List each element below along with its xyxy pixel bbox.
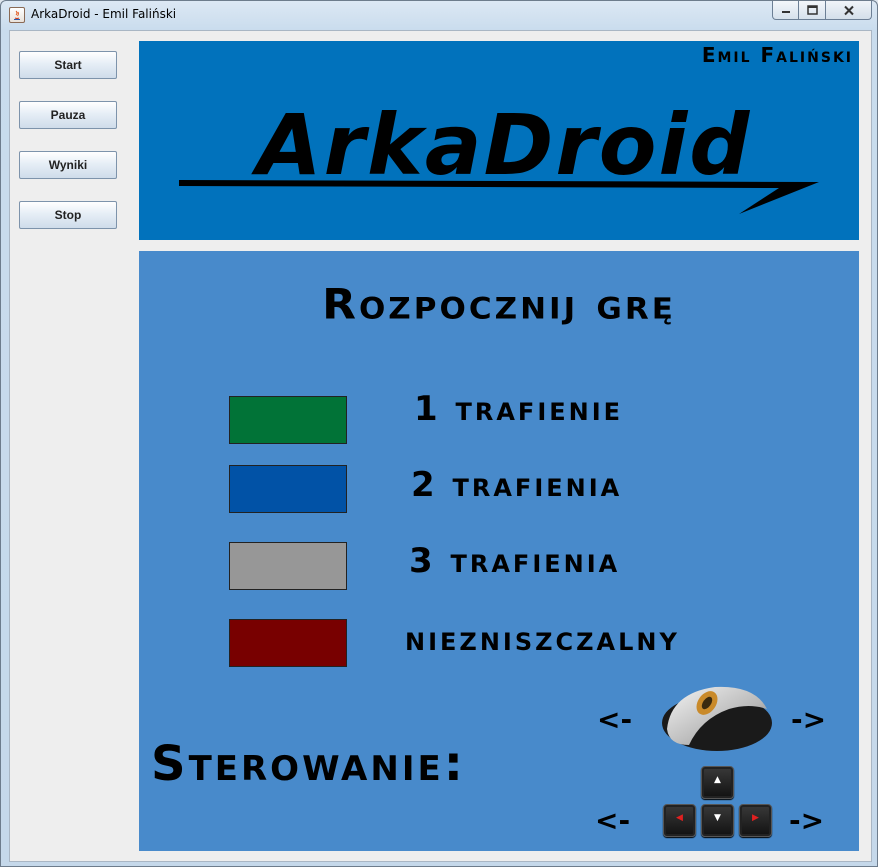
start-panel: Rozpocznij grę 1 trafienie 2 trafienia 3… (139, 251, 859, 851)
maximize-button[interactable] (799, 1, 826, 20)
mouse-right-arrow: -> (791, 703, 827, 736)
start-button[interactable]: Start (19, 51, 117, 79)
app-window: ArkaDroid - Emil Faliński Start Pauza Wy… (0, 0, 878, 867)
stop-button[interactable]: Stop (19, 201, 117, 229)
start-game-title: Rozpocznij grę (322, 280, 676, 329)
logo-swoosh (179, 180, 819, 214)
mouse-left-arrow: <- (597, 703, 633, 736)
controls-title: Sterowanie: (151, 736, 466, 792)
brick-swatch-1-hit (229, 396, 347, 444)
brick-swatch-indestructible (229, 619, 347, 667)
brick-swatch-3-hits (229, 542, 347, 590)
legend-label-indestructible: niezniszczalny (405, 619, 680, 659)
mouse-icon (662, 686, 772, 751)
brick-swatch-2-hits (229, 465, 347, 513)
window-title: ArkaDroid - Emil Faliński (31, 7, 177, 21)
legend-label-3-hits: 3 trafienia (409, 541, 621, 581)
window-controls (772, 1, 872, 21)
arkadroid-logo: ArkaDroid (179, 96, 819, 214)
arrow-left-key: ◀ (663, 804, 696, 837)
client-area: Start Pauza Wyniki Stop Emil Faliński Ar… (9, 30, 872, 862)
arrow-up-key: ▲ (701, 766, 734, 799)
header-banner: Emil Faliński ArkaDroid (139, 41, 859, 240)
keys-left-arrow: <- (595, 804, 631, 837)
pause-button[interactable]: Pauza (19, 101, 117, 129)
minimize-icon (781, 11, 790, 13)
keys-right-arrow: -> (789, 804, 825, 837)
arrow-down-key: ▼ (701, 804, 734, 837)
close-button[interactable] (826, 1, 872, 20)
logo-text: ArkaDroid (251, 96, 752, 194)
legend-label-2-hits: 2 trafienia (411, 465, 623, 505)
scores-button[interactable]: Wyniki (19, 151, 117, 179)
legend-label-1-hit: 1 trafienie (414, 389, 624, 429)
arrow-right-key: ▶ (739, 804, 772, 837)
close-icon (843, 5, 854, 15)
java-app-icon[interactable] (9, 7, 25, 23)
minimize-button[interactable] (772, 1, 799, 20)
author-name: Emil Faliński (701, 43, 853, 67)
title-bar[interactable]: ArkaDroid - Emil Faliński (1, 1, 877, 29)
maximize-icon (806, 5, 818, 15)
